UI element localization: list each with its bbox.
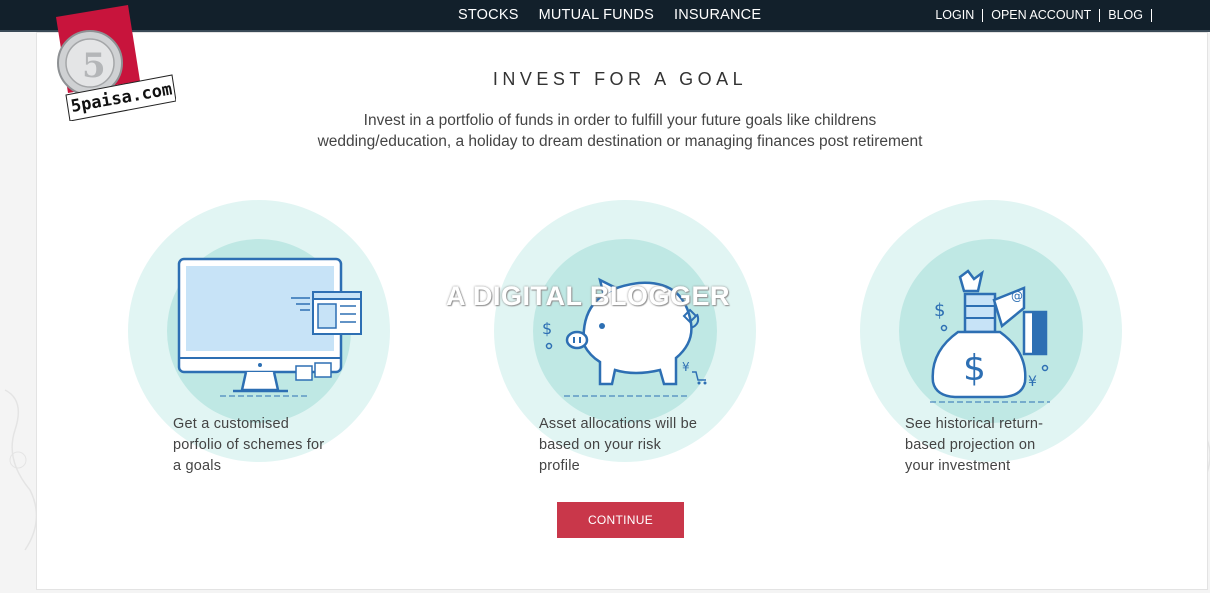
caption-line: porfolio of schemes for [173,437,325,453]
page-title: INVEST FOR A GOAL [492,69,748,89]
nav-open-account-link[interactable]: OPEN ACCOUNT [983,8,1101,22]
continue-button[interactable]: CONTINUE [557,502,684,538]
caption-line: Asset allocations will be [539,416,698,432]
desktop-monitor-icon [177,257,362,397]
nav-login-link[interactable]: LOGIN [935,8,984,22]
svg-text:5: 5 [82,46,106,86]
nav-insurance-link[interactable]: INSURANCE [674,7,761,23]
top-nav-bar: STOCKS MUTUAL FUNDS INSURANCE LOGIN OPEN… [0,0,1210,32]
account-nav: LOGIN OPEN ACCOUNT BLOG [935,0,1152,30]
caption-line: Get a customised [173,416,290,432]
subtitle-line-1: Invest in a portfolio of funds in order … [363,112,877,129]
feature-customised-portfolio: Get a customised porfolio of schemes for… [128,200,390,480]
svg-text:¥: ¥ [1028,374,1037,390]
caption-line: a goals [173,458,222,474]
caption-line: profile [539,458,580,474]
svg-text:@: @ [1011,289,1023,303]
feature-asset-allocation: $ ¥ Asset allocations will be based on y… [494,200,756,480]
subtitle-line-2: wedding/education, a holiday to dream de… [317,133,923,150]
svg-text:$: $ [963,348,986,389]
caption-line: based projection on [905,437,1036,453]
caption-line: See historical return- [905,416,1044,432]
svg-text:$: $ [542,319,552,338]
watermark-text: A DIGITAL BLOGGER [446,281,730,311]
feature-caption: Get a customised porfolio of schemes for… [173,414,353,477]
nav-blog-link[interactable]: BLOG [1100,8,1152,22]
nav-mutual-funds-link[interactable]: MUTUAL FUNDS [539,7,654,23]
main-nav: STOCKS MUTUAL FUNDS INSURANCE [458,0,761,30]
page-subtitle: Invest in a portfolio of funds in order … [0,110,1210,152]
caption-line: your investment [905,458,1011,474]
caption-line: based on your risk [539,437,662,453]
feature-caption: Asset allocations will be based on your … [539,414,719,477]
feature-historical-projection: $ $ @ ¥ See historical return- based pro… [860,200,1122,480]
money-bag-icon: $ $ @ ¥ [930,269,1050,403]
svg-text:¥: ¥ [682,360,690,374]
nav-stocks-link[interactable]: STOCKS [458,7,519,23]
svg-text:$: $ [934,300,945,321]
feature-caption: See historical return- based projection … [905,414,1085,477]
logo[interactable]: 5 5paisa.com [54,5,176,121]
background-doodle-left [4,389,38,551]
